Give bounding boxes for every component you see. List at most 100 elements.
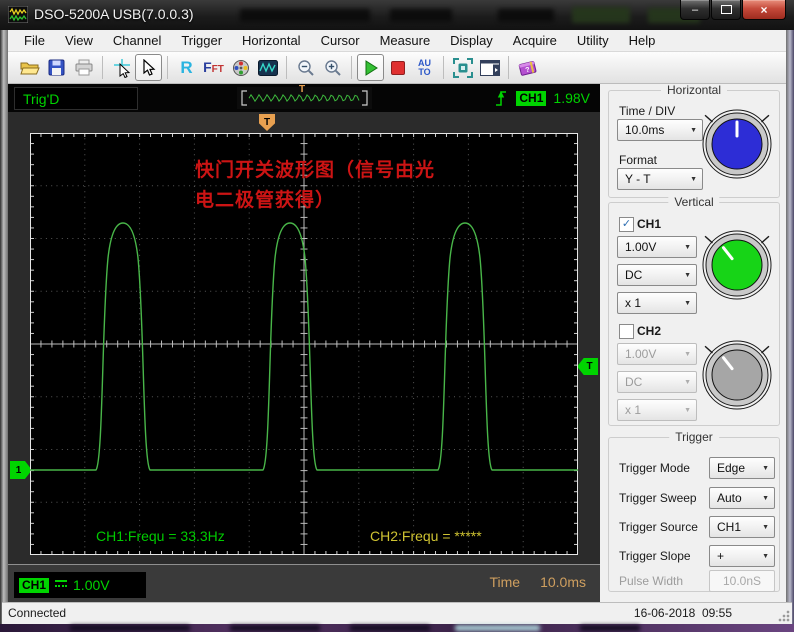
annotation-line2: 电二极管获得） <box>195 185 335 212</box>
chevron-down-icon: ▼ <box>684 244 691 251</box>
time-div-select[interactable]: 10.0ms▼ <box>617 119 703 141</box>
stop-button[interactable] <box>384 54 411 81</box>
waveform-view-button[interactable] <box>254 54 281 81</box>
print-button[interactable] <box>70 54 97 81</box>
zoom-in-icon <box>324 59 342 77</box>
window-title: DSO-5200A USB(7.0.0.3) <box>34 6 194 22</box>
menu-item-horizontal[interactable]: Horizontal <box>232 30 311 51</box>
maximize-icon <box>721 5 732 14</box>
ch1-knob[interactable] <box>701 229 773 301</box>
scope-plot[interactable]: 快门开关波形图（信号由光 电二极管获得） CH1:Frequ = 33.3Hz … <box>30 133 578 555</box>
ch2-probe-select: x 1▼ <box>617 399 697 421</box>
blurred-text <box>572 7 630 23</box>
minimize-button[interactable]: – <box>680 0 710 20</box>
pulse-width-value: 10.0nS <box>723 574 761 588</box>
open-button[interactable] <box>16 54 43 81</box>
fft-icon: FFT <box>203 59 224 77</box>
blurred-text <box>230 625 320 631</box>
ch2-checkbox[interactable] <box>619 324 634 339</box>
app-logo-icon <box>8 6 28 23</box>
blurred-text <box>455 625 540 631</box>
ch1-checkbox[interactable]: ✓ <box>619 217 634 232</box>
reference-icon: R <box>180 58 192 78</box>
zoom-in-button[interactable] <box>319 54 346 81</box>
time-label: Time <box>489 574 520 590</box>
ch1-coupling-value: DC <box>625 268 642 282</box>
fullscreen-button[interactable] <box>449 54 476 81</box>
panel-layout-button[interactable] <box>476 54 503 81</box>
ch1-probe-select[interactable]: x 1▼ <box>617 292 697 314</box>
trigger-level-label: T <box>586 361 592 372</box>
maximize-button[interactable] <box>711 0 741 20</box>
trigger-level-value: 1.98V <box>553 90 590 106</box>
chevron-down-icon: ▼ <box>684 407 691 414</box>
trigger-source-select[interactable]: CH1▼ <box>709 516 775 538</box>
resize-grip[interactable] <box>778 610 790 622</box>
play-icon <box>364 60 378 76</box>
ch1-badge: CH1 <box>19 578 49 593</box>
chevron-down-icon: ▼ <box>762 465 769 472</box>
menu-item-help[interactable]: Help <box>619 30 666 51</box>
window-frame-right <box>786 28 794 624</box>
ch1-position-marker[interactable]: 1 <box>10 461 32 479</box>
trigger-level-marker[interactable]: T <box>577 358 598 375</box>
trigger-mode-select[interactable]: Edge▼ <box>709 457 775 479</box>
menu-item-acquire[interactable]: Acquire <box>503 30 567 51</box>
menu-item-trigger[interactable]: Trigger <box>171 30 232 51</box>
format-label: Format <box>619 153 657 167</box>
menu-item-utility[interactable]: Utility <box>567 30 619 51</box>
help-button[interactable]: ? <box>514 54 541 81</box>
ch2-knob[interactable] <box>701 339 773 411</box>
stop-icon <box>391 61 405 75</box>
chevron-down-icon: ▼ <box>690 127 697 134</box>
preview-trigger-marker[interactable]: T <box>299 84 305 95</box>
menu-item-cursor[interactable]: Cursor <box>311 30 370 51</box>
trigger-mode-label: Trigger Mode <box>619 461 690 475</box>
horizontal-knob[interactable] <box>701 108 773 180</box>
save-floppy-icon <box>48 59 65 76</box>
trigger-position-marker[interactable]: T <box>259 114 275 131</box>
control-panel: Horizontal Time / DIV 10.0ms▼ Format Y -… <box>600 84 786 602</box>
ch1-readout-box: CH1 1.00V <box>14 572 146 598</box>
menu-item-channel[interactable]: Channel <box>103 30 171 51</box>
menu-item-file[interactable]: File <box>14 30 55 51</box>
status-bar: Connected 16-06-2018 09:55 <box>2 602 792 624</box>
check-icon: ✓ <box>622 218 631 230</box>
format-select[interactable]: Y - T▼ <box>617 168 703 190</box>
waveform-icon <box>258 60 278 76</box>
autoset-button[interactable]: AUTO <box>411 54 438 81</box>
close-button[interactable]: × <box>742 0 786 20</box>
menu-item-display[interactable]: Display <box>440 30 503 51</box>
menu-item-measure[interactable]: Measure <box>370 30 441 51</box>
trigger-slope-select[interactable]: +▼ <box>709 545 775 567</box>
record-button[interactable] <box>227 54 254 81</box>
select-arrow-icon <box>142 59 156 77</box>
reference-button[interactable]: R <box>173 54 200 81</box>
printer-icon <box>74 59 94 76</box>
fft-button[interactable]: FFT <box>200 54 227 81</box>
time-value: 10.0ms <box>540 574 586 590</box>
horizontal-group-title: Horizontal <box>661 83 727 97</box>
trigger-sweep-select[interactable]: Auto▼ <box>709 487 775 509</box>
run-button[interactable] <box>357 54 384 81</box>
ch1-volt-value: 1.00V <box>625 240 656 254</box>
ch1-volt-select[interactable]: 1.00V ▼ <box>617 236 697 258</box>
save-button[interactable] <box>43 54 70 81</box>
ch2-frequency-readout: CH2:Frequ = ***** <box>370 528 482 544</box>
trigger-slope-value: + <box>717 549 724 563</box>
help-book-icon: ? <box>518 59 537 76</box>
vertical-group-title: Vertical <box>668 195 719 209</box>
blurred-text <box>580 625 640 631</box>
ch1-coupling-select[interactable]: DC▼ <box>617 264 697 286</box>
ch1-frequency-readout: CH1:Frequ = 33.3Hz <box>96 528 225 544</box>
ch2-checkbox-label: CH2 <box>637 324 661 338</box>
window-frame-left <box>0 28 8 624</box>
cursor-measure-button[interactable] <box>108 54 135 81</box>
select-arrow-button[interactable] <box>135 54 162 81</box>
trigger-status-bar: Trig'D T CH1 1.98V <box>8 84 600 112</box>
menu-item-view[interactable]: View <box>55 30 103 51</box>
film-reel-icon <box>232 59 250 77</box>
zoom-out-button[interactable] <box>292 54 319 81</box>
scope-display-area: T T 1 快门开关波形图（信号由光 电二极管获得） CH1:Frequ = 3… <box>8 112 600 564</box>
fullscreen-icon <box>453 58 473 78</box>
